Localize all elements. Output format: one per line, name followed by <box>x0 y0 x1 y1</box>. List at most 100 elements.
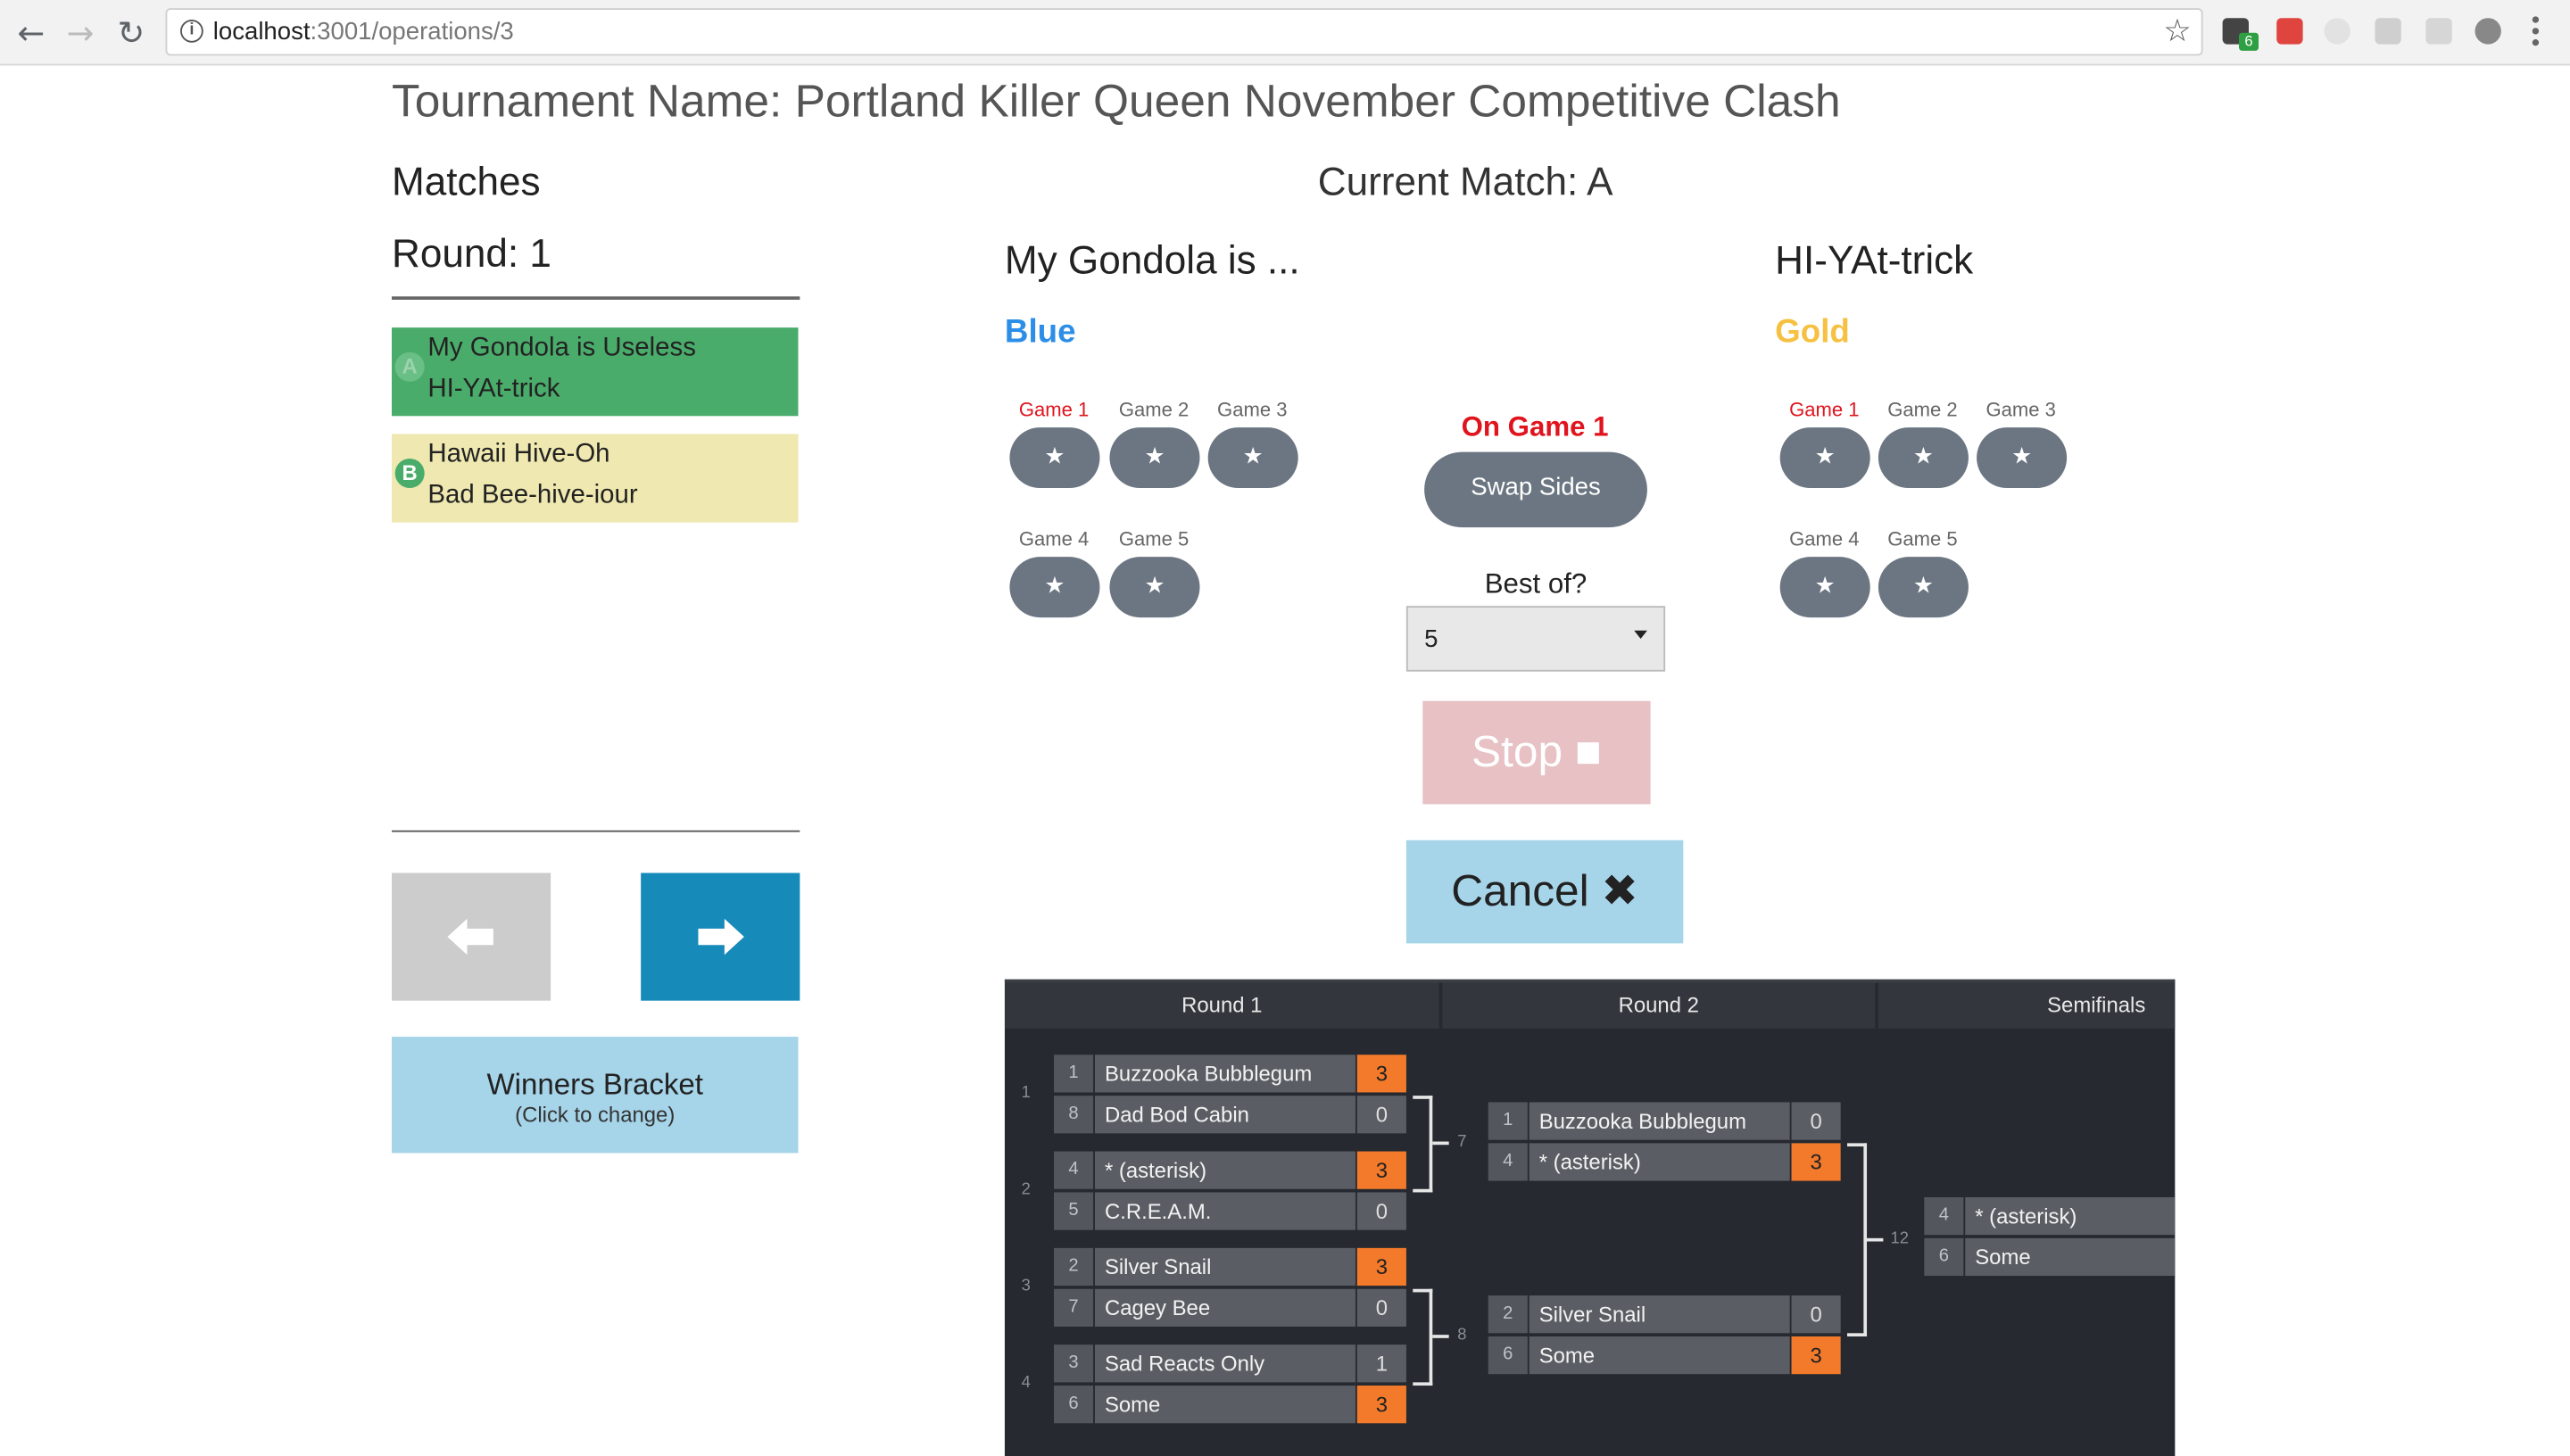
team-score: 0 <box>1356 1192 1406 1230</box>
bracket-button-sublabel: (Click to change) <box>515 1102 676 1128</box>
match-team1: Hawaii Hive-Oh <box>427 440 610 469</box>
prev-match-button[interactable] <box>391 873 551 1001</box>
browser-toolbar: ← → ↻ i localhost:3001/operations/3 ☆ 6 <box>0 0 2570 66</box>
match-number: 4 <box>1021 1374 1031 1393</box>
info-icon: i <box>180 20 203 43</box>
reload-icon: ↻ <box>117 12 145 53</box>
blue-game-2-star-button[interactable]: ★ <box>1109 427 1200 489</box>
game-label: Game 2 <box>1887 398 1958 421</box>
team-name[interactable]: Buzzooka Bubblegum <box>1529 1102 1790 1140</box>
team-seed: 2 <box>1054 1247 1094 1286</box>
team-seed: 4 <box>1488 1143 1528 1181</box>
bracket-view: Round 1 Round 2 Semifinals 7 8 12 1 1 Buzz… <box>1004 979 2176 1456</box>
blue-game-3-star-button[interactable]: ★ <box>1207 427 1298 489</box>
team-seed: 3 <box>1054 1344 1094 1383</box>
bracket-connector <box>1413 1288 1433 1386</box>
match-letter-badge: B <box>394 459 425 489</box>
team-name[interactable]: Some <box>1529 1336 1790 1375</box>
menu-icon[interactable] <box>2532 16 2540 46</box>
team-name[interactable]: * (asterisk) <box>1529 1143 1790 1181</box>
match-number: 7 <box>1457 1133 1467 1152</box>
extension-icon[interactable] <box>2475 18 2501 45</box>
bracket-connector <box>1846 1143 1868 1336</box>
match-item-b[interactable]: B Hawaii Hive-Oh Bad Bee-hive-iour <box>391 434 799 523</box>
cancel-button[interactable]: Cancel ✖ <box>1405 840 1684 944</box>
game-label: Game 1 <box>1018 398 1090 421</box>
team-name[interactable]: Silver Snail <box>1094 1247 1355 1286</box>
current-match-heading: Current Match: A <box>1317 160 1613 205</box>
chevron-down-icon <box>1634 630 1647 639</box>
team-seed: 1 <box>1488 1102 1528 1140</box>
team-name[interactable]: Some <box>1965 1237 2176 1277</box>
team-name[interactable]: Dad Bod Cabin <box>1094 1096 1355 1134</box>
team-seed: 2 <box>1488 1295 1528 1334</box>
address-bar[interactable]: i localhost:3001/operations/3 ☆ <box>165 8 2203 56</box>
arrow-left-icon: ← <box>17 12 46 53</box>
team-seed: 5 <box>1054 1192 1094 1230</box>
url-text: localhost:3001/operations/3 <box>212 18 514 46</box>
game-label: Game 5 <box>1887 527 1958 550</box>
swap-sides-button[interactable]: Swap Sides <box>1424 451 1647 528</box>
gold-team-name: HI-YAt-trick <box>1775 239 1974 284</box>
match-number: 12 <box>1890 1229 1909 1248</box>
extension-badge: 6 <box>2238 32 2259 51</box>
team-score: 3 <box>1791 1336 1841 1375</box>
team-name[interactable]: Sad Reacts Only <box>1094 1344 1355 1383</box>
team-seed: 6 <box>1488 1336 1528 1375</box>
gold-game-2-star-button[interactable]: ★ <box>1878 427 1969 489</box>
team-name[interactable]: Cagey Bee <box>1094 1288 1355 1327</box>
game-label: Game 1 <box>1789 398 1860 421</box>
blue-side-label: Blue <box>1004 314 1076 351</box>
back-button[interactable]: ← <box>12 13 51 53</box>
next-match-button[interactable] <box>641 873 800 1001</box>
extension-icon[interactable] <box>2324 18 2350 45</box>
team-score: 3 <box>1356 1151 1406 1189</box>
forward-button[interactable]: → <box>61 13 100 53</box>
bracket-button-label: Winners Bracket <box>486 1067 703 1101</box>
match-number: 3 <box>1021 1277 1031 1296</box>
team-name[interactable]: Silver Snail <box>1529 1295 1790 1334</box>
team-seed: 4 <box>1054 1151 1094 1189</box>
team-name[interactable]: * (asterisk) <box>1965 1196 2176 1236</box>
blue-game-4-star-button[interactable]: ★ <box>1009 557 1100 618</box>
team-score: 3 <box>1356 1055 1406 1093</box>
match-item-a[interactable]: A My Gondola is Useless HI-YAt-trick <box>391 327 799 417</box>
match-number: 2 <box>1021 1180 1031 1199</box>
gold-game-4-star-button[interactable]: ★ <box>1779 557 1870 618</box>
best-of-label: Best of? <box>1484 568 1588 600</box>
bracket-connector <box>1413 1096 1433 1193</box>
blue-game-5-star-button[interactable]: ★ <box>1109 557 1200 618</box>
team-score: 1 <box>1356 1344 1406 1383</box>
star-icon[interactable]: ☆ <box>2163 13 2191 49</box>
arrow-right-icon: → <box>66 12 95 53</box>
extension-icon[interactable] <box>2276 18 2303 45</box>
match-team1: My Gondola is Useless <box>427 334 696 362</box>
gold-game-3-star-button[interactable]: ★ <box>1977 427 2068 489</box>
team-seed: 7 <box>1054 1288 1094 1327</box>
arrow-left-icon <box>447 918 493 956</box>
gold-game-1-star-button[interactable]: ★ <box>1779 427 1870 489</box>
match-number: 1 <box>1021 1084 1031 1103</box>
drive-icon[interactable] <box>2425 18 2452 45</box>
team-score: 3 <box>1356 1247 1406 1286</box>
bracket-connector <box>1867 1237 1884 1242</box>
winners-bracket-button[interactable]: Winners Bracket (Click to change) <box>391 1037 799 1154</box>
best-of-select[interactable]: 5 <box>1405 606 1666 672</box>
stop-button[interactable]: Stop ■ <box>1422 700 1651 805</box>
team-name[interactable]: Some <box>1094 1386 1355 1424</box>
recycle-icon[interactable] <box>2375 18 2401 45</box>
matches-heading: Matches <box>391 160 541 205</box>
blue-game-1-star-button[interactable]: ★ <box>1009 427 1100 489</box>
game-label: Game 5 <box>1118 527 1190 550</box>
gold-game-5-star-button[interactable]: ★ <box>1878 557 1969 618</box>
divider <box>391 830 800 832</box>
reload-button[interactable]: ↻ <box>112 13 151 53</box>
blue-team-name: My Gondola is ... <box>1004 239 1300 284</box>
team-score: 0 <box>1791 1102 1841 1140</box>
team-name[interactable]: C.R.E.A.M. <box>1094 1192 1355 1230</box>
team-name[interactable]: * (asterisk) <box>1094 1151 1355 1189</box>
team-name[interactable]: Buzzooka Bubblegum <box>1094 1055 1355 1093</box>
team-seed: 6 <box>1924 1237 1964 1277</box>
round-header: Round 1 <box>1004 982 1441 1029</box>
team-score: 3 <box>1356 1386 1406 1424</box>
